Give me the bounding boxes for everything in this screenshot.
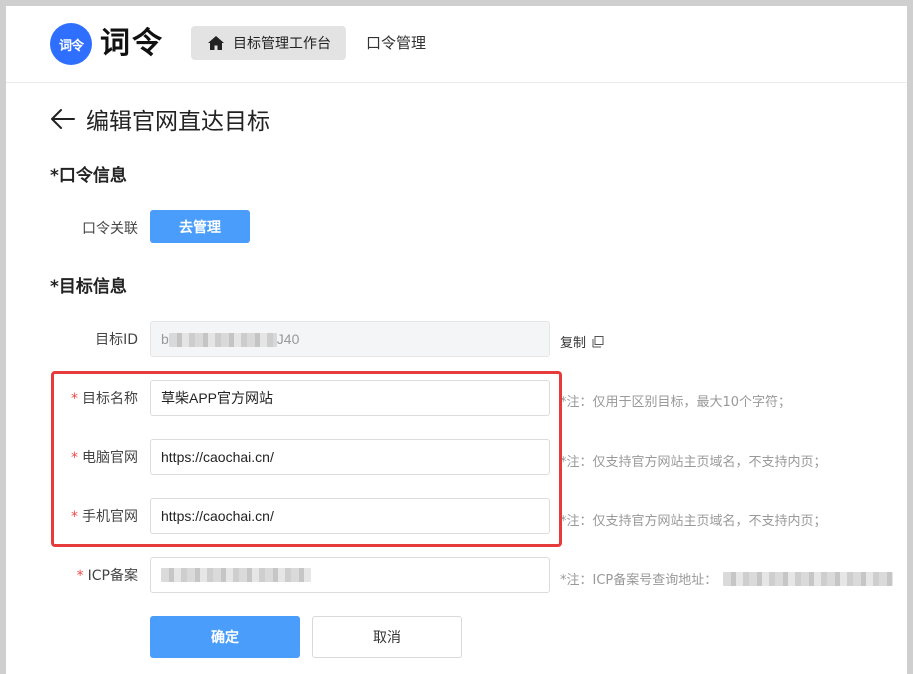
target-id-label: 目标ID <box>95 332 138 348</box>
mobile-site-label: * 手机官网 <box>48 506 138 526</box>
nav-password-management[interactable]: 口令管理 <box>366 26 426 60</box>
copy-label: 复制 <box>560 336 587 351</box>
target-name-input[interactable] <box>150 380 550 416</box>
page-title: 编辑官网直达目标 <box>50 102 270 136</box>
copy-icon <box>592 335 604 347</box>
target-id-prefix: b <box>161 331 169 347</box>
pc-site-label: * 电脑官网 <box>48 447 138 467</box>
required-mark: * <box>76 568 84 584</box>
mobile-site-input[interactable] <box>150 498 550 534</box>
password-link-label: 口令关联 <box>82 221 138 237</box>
redacted-icp <box>161 568 311 582</box>
home-icon <box>208 36 224 50</box>
icp-input[interactable] <box>150 557 550 593</box>
redacted-id <box>168 333 277 348</box>
confirm-button[interactable]: 确定 <box>150 616 300 658</box>
target-name-note: *注：仅用于区别目标，最大10个字符； <box>560 395 792 410</box>
required-mark: * <box>71 450 78 466</box>
password-info-heading: *口令信息 <box>50 166 127 186</box>
top-header: 词令 词令 目标管理工作台 口令管理 <box>6 6 907 83</box>
target-name-label: * 目标名称 <box>48 388 138 408</box>
logo-text: 词令 <box>100 26 164 61</box>
target-info-heading: *目标信息 <box>50 277 127 297</box>
back-arrow-icon[interactable] <box>50 108 76 130</box>
target-name-label-text: 目标名称 <box>82 391 138 407</box>
required-mark: * <box>71 509 78 525</box>
pc-site-note: *注：仅支持官方网站主页域名，不支持内页； <box>560 455 827 470</box>
mobile-site-label-text: 手机官网 <box>82 509 138 525</box>
icp-note-text: *注：ICP备案号查询地址： <box>560 573 718 588</box>
icp-label: * ICP备案 <box>48 565 138 585</box>
logo-badge: 词令 <box>50 23 92 65</box>
target-id-field: b J40 <box>150 321 550 357</box>
target-id-suffix: J40 <box>276 331 300 347</box>
redacted-icp-url <box>723 571 894 586</box>
cancel-button[interactable]: 取消 <box>312 616 462 658</box>
copy-button[interactable]: 复制 <box>560 332 604 351</box>
page-title-text: 编辑官网直达目标 <box>86 109 270 135</box>
nav-target-workbench[interactable]: 目标管理工作台 <box>191 26 346 60</box>
pc-site-input[interactable] <box>150 439 550 475</box>
pc-site-label-text: 电脑官网 <box>82 450 138 466</box>
icp-note: *注：ICP备案号查询地址： <box>560 569 894 588</box>
nav-target-workbench-label: 目标管理工作台 <box>233 36 331 52</box>
required-mark: * <box>71 391 78 407</box>
go-manage-button[interactable]: 去管理 <box>150 210 250 243</box>
mobile-site-note: *注：仅支持官方网站主页域名，不支持内页； <box>560 514 827 529</box>
icp-label-text: ICP备案 <box>87 568 138 584</box>
